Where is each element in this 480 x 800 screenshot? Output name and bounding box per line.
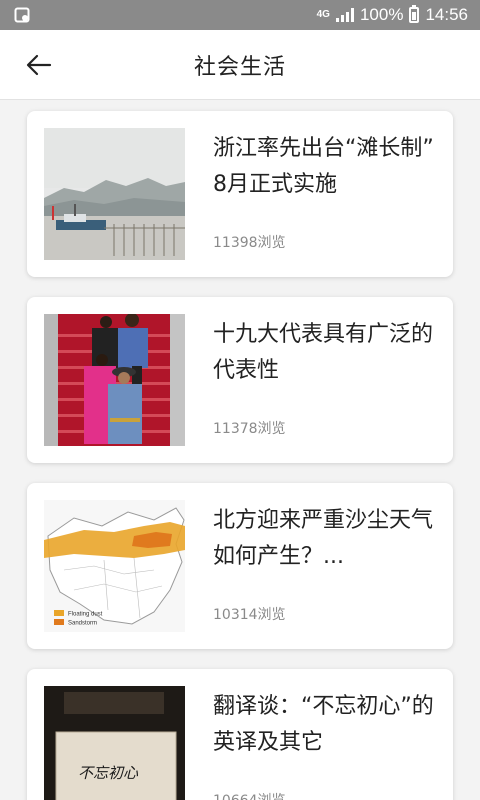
article-thumbnail (44, 128, 185, 260)
article-card[interactable]: 浙江率先出台“滩长制” 8月正式实施 11398浏览 (27, 111, 453, 277)
article-thumbnail: 不忘初心 (44, 686, 185, 800)
view-count: 10664浏览 (213, 790, 286, 800)
status-right: 4G 100% 14:56 (317, 5, 468, 25)
status-left (14, 7, 30, 23)
app-header: 社会生活 (0, 30, 480, 100)
status-bar: 4G 100% 14:56 (0, 0, 480, 30)
legend-floating-dust: Floating dust (68, 612, 103, 618)
article-card[interactable]: 不忘初心 翻译谈：“不忘初心”的英译及其它 10664浏览 (27, 669, 453, 800)
calligraphy-text: 不忘初心 (78, 764, 139, 782)
article-title: 浙江率先出台“滩长制” 8月正式实施 (213, 136, 434, 197)
sandstorm-map: Floating dust Sandstorm (44, 500, 185, 632)
battery-percent: 100% (359, 5, 404, 24)
harbor-photo (44, 128, 185, 260)
view-count: 10314浏览 (213, 607, 286, 623)
delegates-photo (44, 314, 185, 446)
network-type: 4G (316, 9, 330, 20)
back-button[interactable] (22, 50, 56, 80)
signal-icon (335, 8, 354, 22)
legend-sandstorm: Sandstorm (68, 621, 97, 627)
view-count: 11398浏览 (213, 235, 286, 251)
clock: 14:56 (425, 5, 468, 24)
page-title: 社会生活 (193, 54, 286, 80)
view-count: 11378浏览 (213, 421, 286, 437)
article-list[interactable]: 浙江率先出台“滩长制” 8月正式实施 11398浏览 十九大代表具有广泛的代表性… (0, 100, 480, 800)
article-title: 北方迎来严重沙尘天气 如何产生？... (213, 508, 434, 569)
calligraphy-photo: 不忘初心 (44, 686, 185, 800)
article-title: 翻译谈：“不忘初心”的英译及其它 (213, 694, 434, 755)
article-thumbnail: Floating dust Sandstorm (44, 500, 185, 632)
article-title: 十九大代表具有广泛的代表性 (213, 322, 434, 383)
arrow-left-icon (26, 54, 52, 76)
article-thumbnail (44, 314, 185, 446)
battery-icon (409, 5, 420, 23)
article-card[interactable]: 十九大代表具有广泛的代表性 11378浏览 (27, 297, 453, 463)
gallery-notification-icon (14, 7, 30, 23)
article-card[interactable]: Floating dust Sandstorm 北方迎来严重沙尘天气 如何产生？… (27, 483, 453, 649)
